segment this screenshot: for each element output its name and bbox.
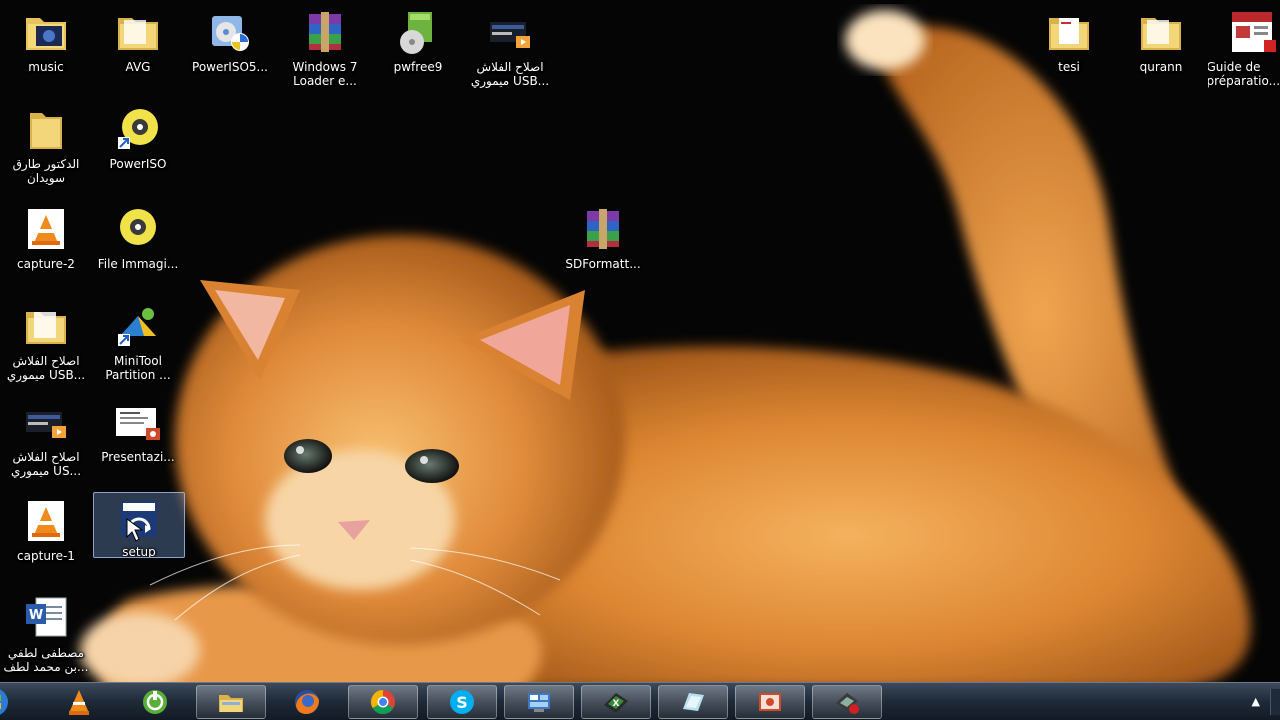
show-desktop-button[interactable] — [1270, 689, 1280, 715]
desktop-icon-label: music — [28, 60, 64, 74]
control-panel-icon — [528, 693, 550, 712]
taskbar-notes[interactable] — [658, 685, 728, 719]
notes-icon — [683, 693, 704, 711]
desktop-icon-pwfree9[interactable]: pwfree9 — [372, 3, 464, 99]
folder-icon — [219, 695, 243, 712]
svg-text:X: X — [613, 699, 620, 709]
desktop-icon-tariq-suwaidan[interactable]: الدكتور طارق سويدان — [0, 100, 92, 196]
desktop-icon-label: AVG — [125, 60, 151, 74]
winrar-archive-icon — [301, 8, 349, 56]
desktop-icon-label: مصطفى لطفي بن محمد لطف... — [3, 646, 89, 674]
desktop-icon-label: MiniTool Partition ... — [105, 354, 171, 382]
presentation-icon — [114, 398, 162, 446]
setup-icon — [115, 497, 163, 545]
start-button[interactable] — [0, 685, 16, 719]
folder-icon — [1045, 8, 1093, 56]
recorder-icon — [836, 693, 859, 714]
taskbar-recorder[interactable] — [812, 685, 882, 719]
word-document-icon: W — [22, 594, 70, 642]
taskbar-vlc[interactable] — [44, 685, 114, 719]
desktop-icon-setup[interactable]: setup — [93, 492, 185, 558]
taskbar-firefox[interactable] — [272, 685, 342, 719]
desktop-icon-minitool-partition[interactable]: MiniTool Partition ... — [92, 297, 184, 393]
disc-box-icon — [394, 8, 442, 56]
svg-text:W: W — [29, 608, 43, 623]
folder-icon — [1137, 8, 1185, 56]
taskbar-chrome[interactable] — [348, 685, 418, 719]
desktop-icon-poweriso-installer[interactable]: PowerISO5... — [184, 3, 276, 99]
vlc-icon — [22, 205, 70, 253]
desktop-icon-flash-repair-video-2[interactable]: اصلاح الفلاش ميموري US... — [0, 393, 92, 489]
firefox-icon — [295, 690, 319, 714]
spreadsheet-icon: X — [604, 693, 628, 713]
taskbar-skype[interactable]: S — [427, 685, 497, 719]
desktop-icon-label: الدكتور طارق سويدان — [12, 157, 80, 185]
taskbar-control-panel[interactable] — [504, 685, 574, 719]
desktop-icon-capture-2[interactable]: capture-2 — [0, 200, 92, 296]
desktop-icon-label: SDFormatt... — [565, 257, 641, 271]
desktop-icon-label: اصلاح الفلاش ميموري US... — [10, 450, 82, 478]
desktop-icon-capture-1[interactable]: capture-1 — [0, 492, 92, 588]
desktop-icon-avg[interactable]: AVG — [92, 3, 184, 99]
desktop-icon-sdformatter[interactable]: SDFormatt... — [557, 200, 649, 296]
desktop-icon-qurann[interactable]: qurann — [1115, 3, 1207, 99]
desktop-icon-label: pwfree9 — [393, 60, 443, 74]
desktop-icon-poweriso[interactable]: PowerISO — [92, 100, 184, 196]
minitool-icon — [114, 302, 162, 350]
desktop-icon-windows7-loader[interactable]: Windows 7 Loader e... — [279, 3, 371, 99]
taskbar: S X ▲ — [0, 682, 1280, 720]
desktop-icon-label: اصلاح الفلاش ميموري USB... — [6, 354, 86, 382]
windows-orb-icon — [0, 689, 8, 715]
desktop-icon-word-document[interactable]: W مصطفى لطفي بن محمد لطف... — [0, 589, 92, 685]
desktop-icon-tesi[interactable]: tesi — [1023, 3, 1115, 99]
taskbar-explorer[interactable] — [196, 685, 266, 719]
desktop-icon-label: Guide de préparatio... — [1207, 60, 1280, 88]
desktop-icon-label: PowerISO5... — [192, 60, 268, 74]
desktop-icon-label: setup — [122, 545, 156, 557]
pdf-document-icon — [1230, 8, 1278, 56]
desktop-icon-flash-repair-video[interactable]: اصلاح الفلاش ميموري USB... — [464, 3, 556, 99]
green-circle-icon — [143, 690, 167, 714]
disc-image-icon — [114, 205, 162, 253]
installer-icon — [206, 8, 254, 56]
taskbar-spreadsheet[interactable]: X — [581, 685, 651, 719]
video-file-icon — [486, 8, 534, 56]
desktop-icon-label: capture-1 — [17, 549, 75, 563]
desktop-icon-file-immagine[interactable]: File Immagi... — [92, 200, 184, 296]
desktop-icon-flash-repair-folder[interactable]: اصلاح الفلاش ميموري USB... — [0, 297, 92, 393]
svg-text:S: S — [456, 693, 468, 712]
taskbar-utility[interactable] — [120, 685, 190, 719]
folder-icon — [114, 8, 162, 56]
desktop-icon-presentazione[interactable]: Presentazi... — [92, 393, 184, 489]
desktop-icon-label: qurann — [1139, 60, 1183, 74]
folder-icon — [22, 302, 70, 350]
vlc-icon — [22, 497, 70, 545]
folder-icon — [22, 105, 70, 153]
media-folder-icon — [22, 8, 70, 56]
desktop-icon-guide-preparation[interactable]: Guide de préparatio... — [1207, 3, 1280, 99]
desktop-icon-music[interactable]: music — [0, 3, 92, 99]
taskbar-presentation[interactable] — [735, 685, 805, 719]
winrar-archive-icon — [579, 205, 627, 253]
skype-icon: S — [450, 690, 474, 714]
desktop-icon-label: اصلاح الفلاش ميموري USB... — [470, 60, 550, 88]
desktop-icon-label: File Immagi... — [97, 257, 179, 271]
chrome-icon — [370, 690, 395, 715]
desktop-icon-label: PowerISO — [109, 157, 167, 171]
desktop-wallpaper — [0, 0, 1280, 720]
video-file-icon — [22, 398, 70, 446]
poweriso-disc-icon — [114, 105, 162, 153]
presentation-icon — [759, 693, 781, 711]
desktop-icon-label: capture-2 — [17, 257, 75, 271]
desktop-icon-label: tesi — [1058, 60, 1080, 74]
vlc-icon — [69, 690, 89, 715]
desktop-icon-label: Windows 7 Loader e... — [292, 60, 358, 88]
desktop-icon-label: Presentazi... — [101, 450, 175, 464]
show-hidden-icons-button[interactable]: ▲ — [1252, 695, 1260, 708]
